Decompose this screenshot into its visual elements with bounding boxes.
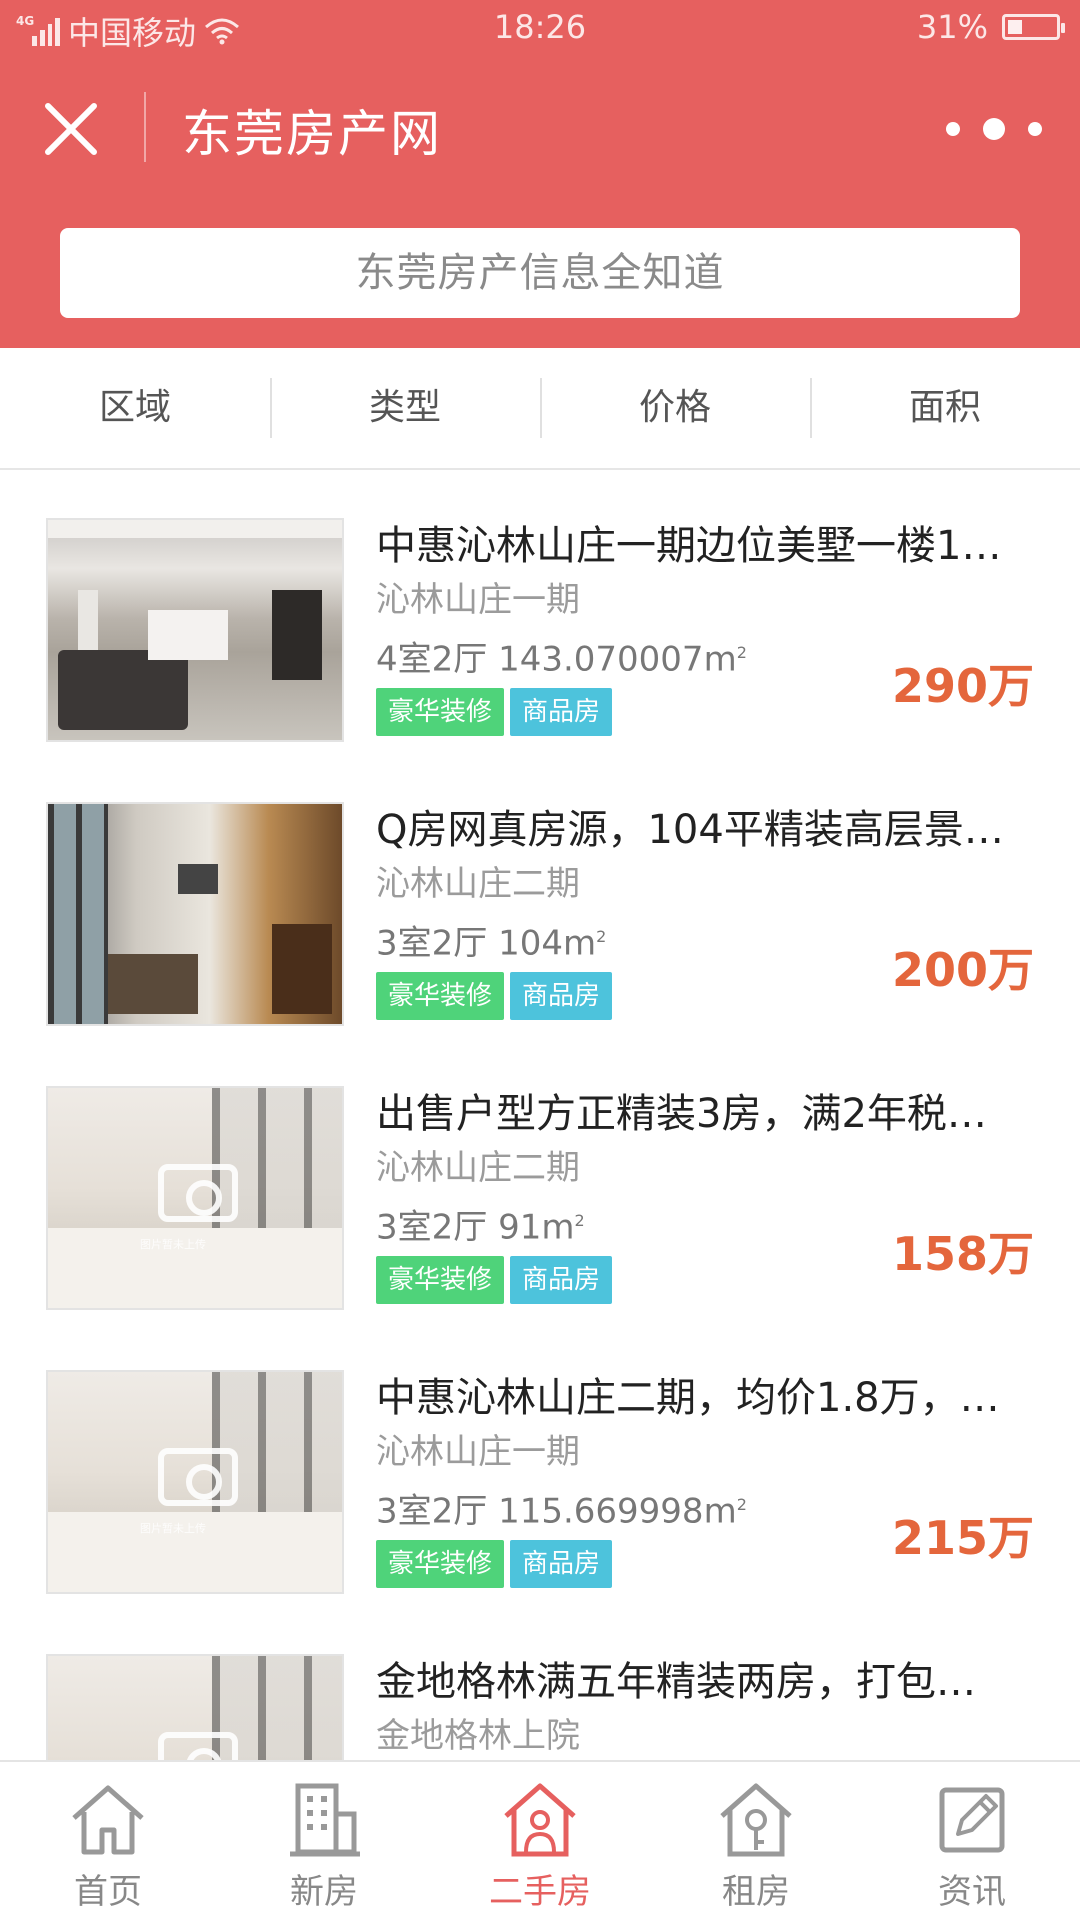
tag-property-type: 商品房 [510, 1256, 613, 1304]
listing-photo-placeholder [46, 1654, 344, 1760]
close-icon[interactable] [40, 98, 102, 160]
status-right: 31% [916, 8, 1065, 46]
tab-label: 二手房 [489, 1872, 591, 1912]
listing-price: 200万 [891, 943, 1034, 997]
page-title: 东莞房产网 [182, 105, 442, 163]
area-unit-sup: 2 [736, 1495, 747, 1514]
listing-title: 金地格林满五年精装两房，打包… [376, 1659, 976, 1705]
building-icon [290, 1783, 360, 1857]
search-input[interactable]: 东莞房产信息全知道 [60, 228, 1020, 318]
camera-icon [158, 1448, 238, 1506]
tag-decoration: 豪华装修 [376, 688, 505, 736]
area-unit-sup: 2 [574, 1211, 585, 1230]
tag-property-type: 商品房 [510, 688, 613, 736]
listing-title: Q房网真房源，104平精装高层景… [376, 807, 1004, 853]
tab-second-hand[interactable]: 二手房 [432, 1762, 648, 1920]
camera-icon [158, 1164, 238, 1222]
tab-label: 资讯 [938, 1872, 1006, 1912]
app-root: 4G 中国移动 18:26 31% 东莞房产网 东莞房产信息全知道 区域 类型 … [0, 0, 1080, 1920]
listing-photo [46, 802, 344, 1026]
battery-fill [1008, 20, 1022, 34]
filter-bar: 区域 类型 价格 面积 [0, 348, 1080, 470]
listing-item[interactable]: 金地格林满五年精装两房，打包… 金地格林上院 [0, 1606, 1080, 1760]
battery-icon [1002, 14, 1065, 40]
listing-price: 158万 [891, 1227, 1034, 1281]
rent-icon [720, 1783, 792, 1857]
tag-decoration: 豪华装修 [376, 1256, 505, 1304]
house-icon [504, 1783, 576, 1857]
listing-photo-placeholder: 图片暂未上传 [46, 1086, 344, 1310]
placeholder-caption: 图片暂未上传 [140, 1238, 206, 1251]
listing-spec-text: 3室2厅 115.669998m [376, 1491, 737, 1532]
listing-title: 出售户型方正精装3房，满2年税… [376, 1091, 987, 1137]
listing-community: 沁林山庄二期 [376, 1148, 580, 1188]
listing-photo [46, 518, 344, 742]
placeholder-caption: 图片暂未上传 [140, 1522, 206, 1535]
listing-title: 中惠沁林山庄二期，均价1.8万，… [376, 1375, 1000, 1421]
filter-region[interactable]: 区域 [0, 378, 270, 438]
tag-decoration: 豪华装修 [376, 972, 505, 1020]
tab-home[interactable]: 首页 [0, 1762, 216, 1920]
camera-icon [158, 1732, 238, 1760]
tab-rent[interactable]: 租房 [648, 1762, 864, 1920]
tab-new-homes[interactable]: 新房 [216, 1762, 432, 1920]
tag-decoration: 豪华装修 [376, 1540, 505, 1588]
listing-photo-placeholder: 图片暂未上传 [46, 1370, 344, 1594]
tag-property-type: 商品房 [510, 1540, 613, 1588]
listing-price: 215万 [891, 1511, 1034, 1565]
listing-item[interactable]: 中惠沁林山庄一期边位美墅一楼1… 沁林山庄一期 4室2厅 143.070007m… [0, 470, 1080, 754]
status-bar: 4G 中国移动 18:26 31% [0, 0, 1080, 56]
listing-title: 中惠沁林山庄一期边位美墅一楼1… [376, 523, 1002, 569]
title-bar: 东莞房产网 [0, 56, 1080, 196]
tag-property-type: 商品房 [510, 972, 613, 1020]
tab-label: 租房 [722, 1872, 790, 1912]
tab-label: 首页 [74, 1872, 142, 1912]
title-divider [144, 92, 146, 162]
area-unit-sup: 2 [596, 927, 607, 946]
listing-info: 金地格林满五年精装两房，打包… 金地格林上院 [376, 1654, 1036, 1760]
filter-price[interactable]: 价格 [540, 378, 810, 438]
listing-price: 290万 [891, 659, 1034, 713]
listing-community: 沁林山庄一期 [376, 1432, 580, 1472]
listing-spec-text: 3室2厅 104m [376, 923, 597, 964]
bottom-tab-bar: 首页 新房 二手房 租房 资讯 [0, 1760, 1080, 1920]
listing-spec-text: 4室2厅 143.070007m [376, 639, 737, 680]
battery-percent: 31% [916, 8, 988, 46]
filter-type[interactable]: 类型 [270, 378, 540, 438]
home-icon [72, 1785, 144, 1855]
listing-item[interactable]: 图片暂未上传 出售户型方正精装3房，满2年税… 沁林山庄二期 3室2厅 91m2… [0, 1038, 1080, 1322]
tab-news[interactable]: 资讯 [864, 1762, 1080, 1920]
listing-community: 沁林山庄二期 [376, 864, 580, 904]
news-edit-icon [939, 1787, 1005, 1853]
listing-community: 金地格林上院 [376, 1716, 580, 1756]
more-options-icon[interactable] [946, 114, 1042, 144]
area-unit-sup: 2 [736, 643, 747, 662]
listing-spec-text: 3室2厅 91m [376, 1207, 575, 1248]
listing-community: 沁林山庄一期 [376, 580, 580, 620]
filter-area[interactable]: 面积 [810, 378, 1080, 438]
tab-label: 新房 [290, 1872, 358, 1912]
listing-item[interactable]: 图片暂未上传 中惠沁林山庄二期，均价1.8万，… 沁林山庄一期 3室2厅 115… [0, 1322, 1080, 1606]
listing-item[interactable]: Q房网真房源，104平精装高层景… 沁林山庄二期 3室2厅 104m2 豪华装修… [0, 754, 1080, 1038]
listing-list: 中惠沁林山庄一期边位美墅一楼1… 沁林山庄一期 4室2厅 143.070007m… [0, 470, 1080, 1760]
header: 4G 中国移动 18:26 31% 东莞房产网 东莞房产信息全知道 [0, 0, 1080, 348]
